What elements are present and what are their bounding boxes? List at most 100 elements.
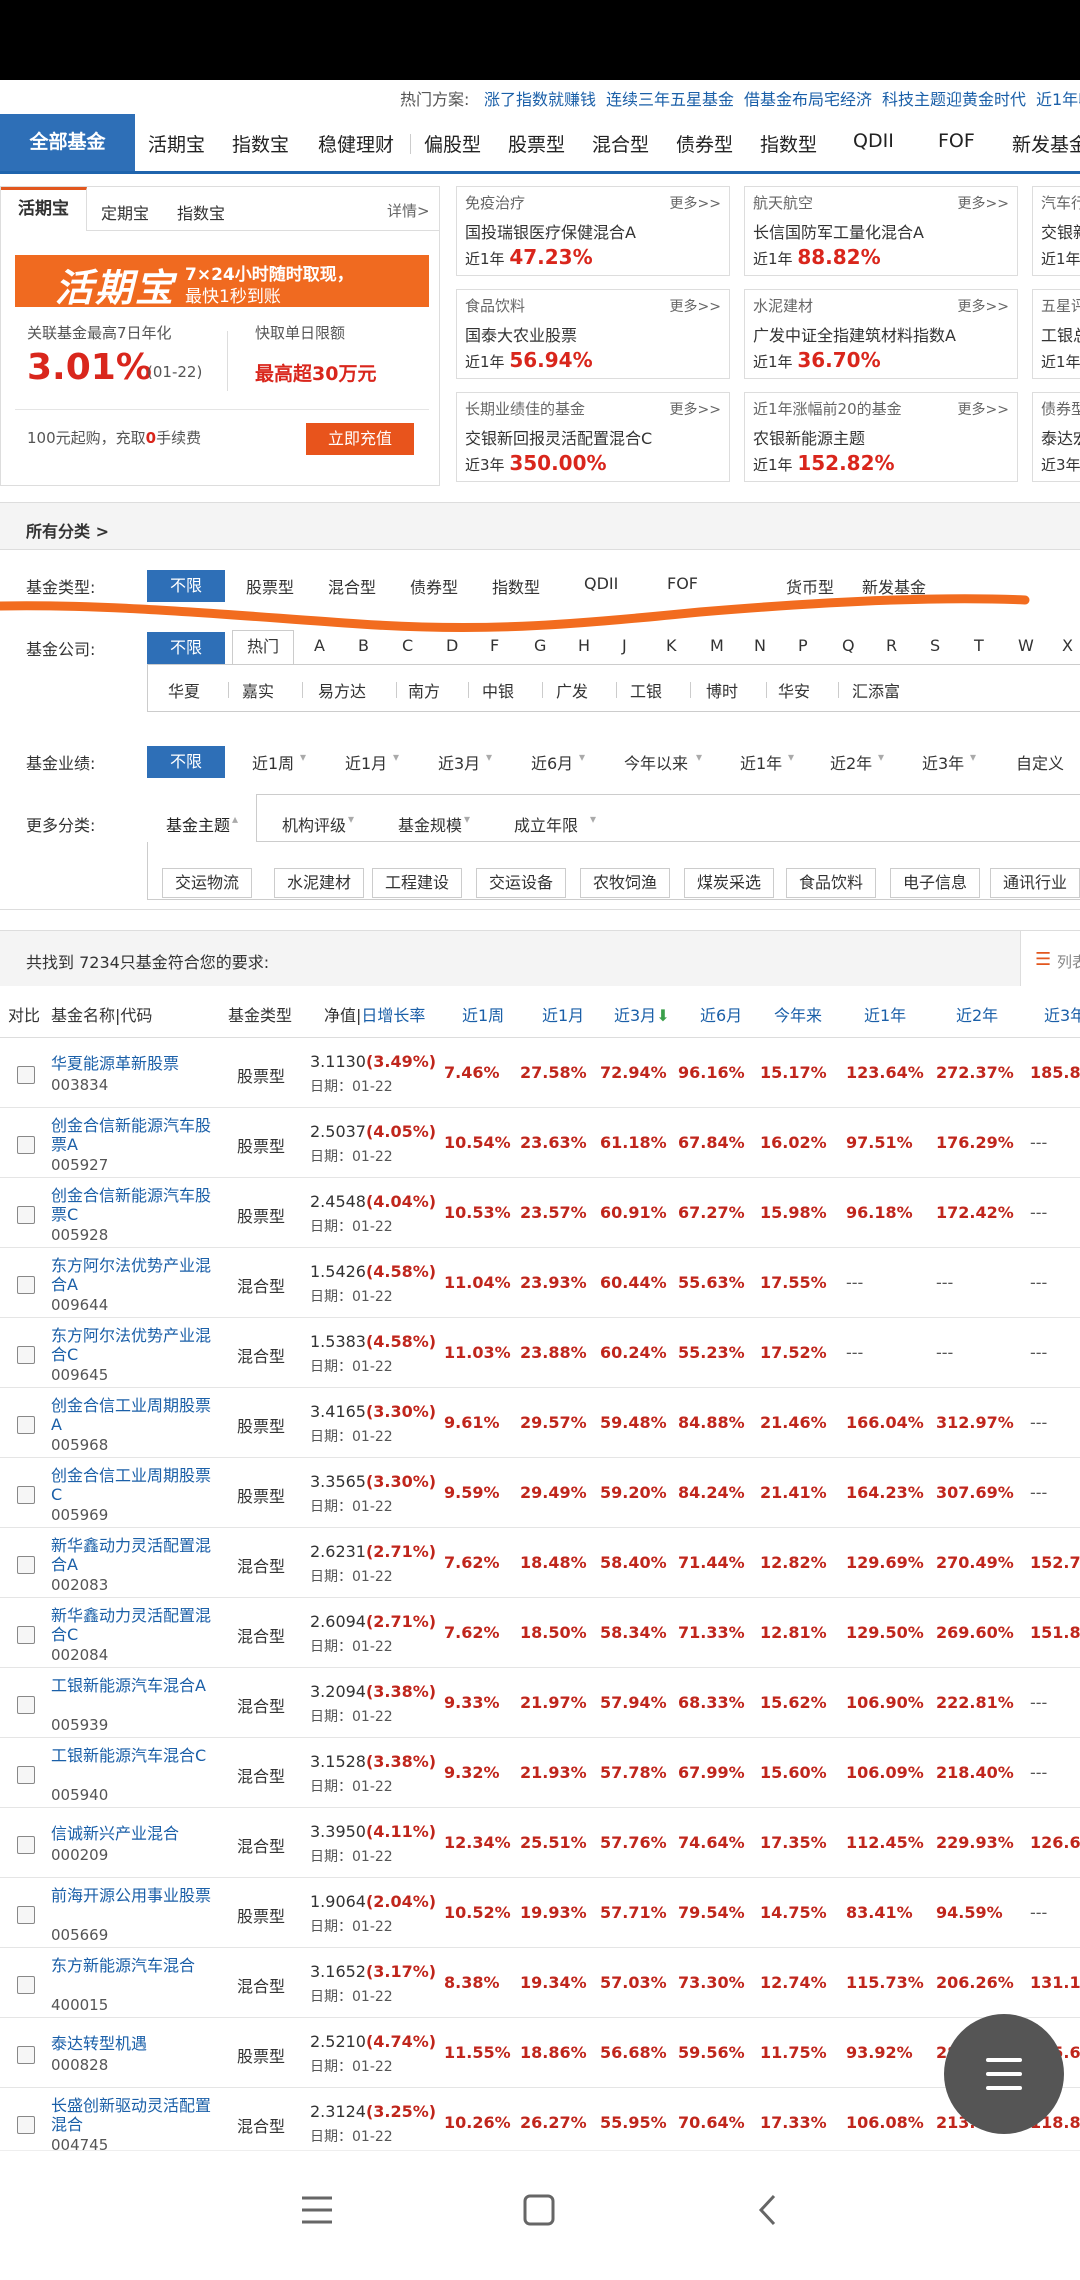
company-letter-c[interactable]: C xyxy=(402,636,413,655)
fund-name[interactable]: 工银新能源汽车混合A xyxy=(51,1676,211,1695)
list-view-toggle[interactable]: ☰ 列表 xyxy=(1020,931,1080,987)
nav-item-qdii[interactable]: QDII xyxy=(853,130,894,152)
th-1y[interactable]: 近1年 xyxy=(864,1002,906,1026)
company-letter-g[interactable]: G xyxy=(534,636,546,655)
theme-tag[interactable]: 水泥建材 xyxy=(274,868,365,898)
performance-option[interactable]: 近1年 xyxy=(740,750,782,774)
fund-name[interactable]: 华夏能源革新股票 xyxy=(51,1054,211,1073)
performance-option[interactable]: 近1月 xyxy=(345,750,387,774)
nav-item-pgx[interactable]: 偏股型 xyxy=(424,130,481,157)
company-item[interactable]: 华安 xyxy=(778,678,810,702)
theme-card[interactable]: 免疫治疗 更多>> 国投瑞银医疗保健混合A 近1年 47.23% xyxy=(456,186,730,276)
compare-checkbox[interactable] xyxy=(17,1206,35,1224)
performance-option[interactable]: 近3年 xyxy=(922,750,964,774)
tab-dqb[interactable]: 定期宝 xyxy=(101,200,149,224)
fund-name[interactable]: 创金合信工业周期股票A xyxy=(51,1396,211,1434)
theme-card[interactable]: 五星评工银总近1年 xyxy=(1032,289,1080,379)
company-letter-a[interactable]: A xyxy=(314,636,325,655)
compare-checkbox[interactable] xyxy=(17,1906,35,1924)
performance-option[interactable]: 近2年 xyxy=(830,750,872,774)
compare-checkbox[interactable] xyxy=(17,1836,35,1854)
nav-item-wjlc[interactable]: 稳健理财 xyxy=(318,130,394,157)
compare-checkbox[interactable] xyxy=(17,1136,35,1154)
company-item[interactable]: 南方 xyxy=(408,678,440,702)
nav-item-hhx[interactable]: 混合型 xyxy=(592,130,649,157)
card-fund-name[interactable]: 交银新回报灵活配置混合C xyxy=(465,425,652,449)
company-hot-tab[interactable]: 热门 xyxy=(232,630,294,664)
fund-name[interactable]: 创金合信新能源汽车股票A xyxy=(51,1116,211,1154)
fund-name[interactable]: 创金合信工业周期股票C xyxy=(51,1466,211,1504)
nav-all-funds[interactable]: 全部基金 xyxy=(0,114,135,171)
compare-checkbox[interactable] xyxy=(17,2116,35,2134)
hot-link-4[interactable]: 科技主题迎黄金时代 xyxy=(882,86,1026,110)
company-item[interactable]: 工银 xyxy=(630,678,662,702)
card-fund-name[interactable]: 国泰大农业股票 xyxy=(465,322,577,346)
th-nav[interactable]: 净值|日增长率 xyxy=(324,1002,425,1026)
compare-checkbox[interactable] xyxy=(17,2046,35,2064)
th-name[interactable]: 基金名称|代码 xyxy=(51,1002,152,1026)
fund-name[interactable]: 新华鑫动力灵活配置混合C xyxy=(51,1606,211,1644)
more-tab[interactable]: 机构评级 xyxy=(282,812,346,836)
company-letter-f[interactable]: F xyxy=(490,636,499,655)
card-fund-name[interactable]: 农银新能源主题 xyxy=(753,425,865,449)
fund-name[interactable]: 东方阿尔法优势产业混合A xyxy=(51,1256,211,1294)
theme-tag[interactable]: 通讯行业 xyxy=(990,868,1080,898)
company-letter-q[interactable]: Q xyxy=(842,636,855,655)
all-categories-bar[interactable]: 所有分类 > xyxy=(0,502,1080,550)
more-link[interactable]: 更多>> xyxy=(670,399,721,419)
theme-tag[interactable]: 电子信息 xyxy=(890,868,981,898)
compare-checkbox[interactable] xyxy=(17,1066,35,1084)
nav-item-new[interactable]: 新发基金 xyxy=(1012,130,1080,157)
compare-checkbox[interactable] xyxy=(17,1626,35,1644)
performance-option[interactable]: 近3月 xyxy=(438,750,480,774)
theme-card[interactable]: 水泥建材 更多>> 广发中证全指建筑材料指数A 近1年 36.70% xyxy=(744,289,1018,379)
company-item[interactable]: 广发 xyxy=(556,678,588,702)
theme-card[interactable]: 航天航空 更多>> 长信国防军工量化混合A 近1年 88.82% xyxy=(744,186,1018,276)
tab-zsb[interactable]: 指数宝 xyxy=(177,200,225,224)
th-1w[interactable]: 近1周 xyxy=(462,1002,504,1026)
detail-link[interactable]: 详情> xyxy=(387,200,430,221)
floating-menu-button[interactable] xyxy=(944,2014,1064,2134)
th-ytd[interactable]: 今年来 xyxy=(774,1002,822,1026)
nav-item-hqb[interactable]: 活期宝 xyxy=(148,130,205,157)
nav-item-gpx[interactable]: 股票型 xyxy=(508,130,565,157)
card-fund-name[interactable]: 广发中证全指建筑材料指数A xyxy=(753,322,956,346)
company-letter-k[interactable]: K xyxy=(666,636,677,655)
more-link[interactable]: 更多>> xyxy=(958,296,1009,316)
th-2y[interactable]: 近2年 xyxy=(956,1002,998,1026)
company-item[interactable]: 华夏 xyxy=(168,678,200,702)
theme-card[interactable]: 债券型泰达宏近3年 xyxy=(1032,392,1080,482)
home-icon[interactable] xyxy=(522,2193,556,2227)
nav-item-zsb[interactable]: 指数宝 xyxy=(232,130,289,157)
hot-link-5[interactable]: 近1年收 xyxy=(1036,86,1080,110)
card-fund-name[interactable]: 工银总 xyxy=(1041,322,1080,346)
performance-option[interactable]: 近6月 xyxy=(531,750,573,774)
more-link[interactable]: 更多>> xyxy=(670,296,721,316)
more-link[interactable]: 更多>> xyxy=(958,193,1009,213)
th-6m[interactable]: 近6月 xyxy=(700,1002,742,1026)
fund-name[interactable]: 信诚新兴产业混合 xyxy=(51,1824,211,1843)
compare-checkbox[interactable] xyxy=(17,1766,35,1784)
theme-card[interactable]: 近1年涨幅前20的基金 更多>> 农银新能源主题 近1年 152.82% xyxy=(744,392,1018,482)
more-tab[interactable]: 成立年限 xyxy=(514,812,578,836)
company-letter-t[interactable]: T xyxy=(974,636,984,655)
company-letter-h[interactable]: H xyxy=(578,636,590,655)
hot-link-2[interactable]: 连续三年五星基金 xyxy=(606,86,734,110)
company-item[interactable]: 中银 xyxy=(482,678,514,702)
th-3y[interactable]: 近3年 xyxy=(1044,1002,1080,1026)
more-link[interactable]: 更多>> xyxy=(670,193,721,213)
company-item[interactable]: 嘉实 xyxy=(242,678,274,702)
theme-tag[interactable]: 煤炭采选 xyxy=(684,868,775,898)
company-all[interactable]: 不限 xyxy=(147,632,225,664)
theme-tag[interactable]: 交运物流 xyxy=(162,868,253,898)
fund-name[interactable]: 东方阿尔法优势产业混合C xyxy=(51,1326,211,1364)
more-link[interactable]: 更多>> xyxy=(958,399,1009,419)
company-letter-s[interactable]: S xyxy=(930,636,940,655)
th-1m[interactable]: 近1月 xyxy=(542,1002,584,1026)
compare-checkbox[interactable] xyxy=(17,1556,35,1574)
theme-tag[interactable]: 交运设备 xyxy=(476,868,567,898)
theme-tag[interactable]: 工程建设 xyxy=(372,868,463,898)
compare-checkbox[interactable] xyxy=(17,1346,35,1364)
compare-checkbox[interactable] xyxy=(17,1416,35,1434)
card-fund-name[interactable]: 交银新 xyxy=(1041,219,1080,243)
